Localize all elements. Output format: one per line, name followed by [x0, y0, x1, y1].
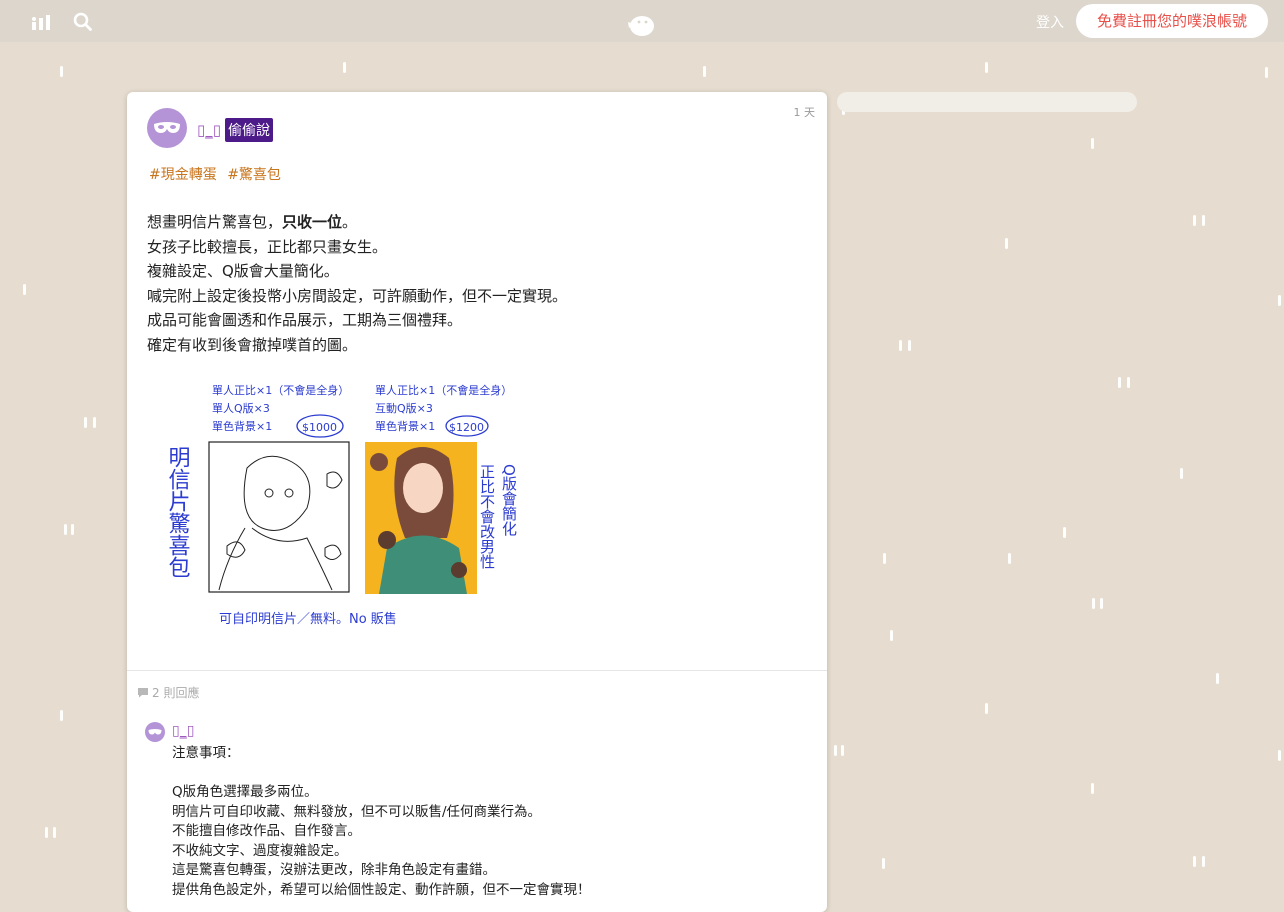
post-image[interactable]: 單人正比×1（不會是全身） 單人Q版×3 單色背景×1 單人正比×1（不會是全身…	[157, 378, 537, 638]
content-line: 女孩子比較擅長，正比都只畫女生。	[147, 237, 388, 256]
image-price-left: $1000	[302, 421, 337, 434]
reply-line: Q版角色選擇最多兩位。	[172, 784, 318, 800]
post-header: ▯_▯ 偷偷說	[197, 118, 274, 142]
content-line: 確定有收到後會撤掉噗首的圖。	[147, 335, 358, 354]
comment-icon	[138, 688, 148, 698]
image-caption-left-1: 單人正比×1（不會是全身）	[212, 383, 349, 397]
tag-link[interactable]: #驚喜包	[227, 167, 281, 183]
reply-avatar[interactable]	[145, 722, 165, 742]
image-vertical-right-1: 正比不會改男性	[478, 464, 496, 569]
image-caption-right-3: 單色背景×1	[375, 419, 435, 433]
reply-line: 提供角色設定外，希望可以給個性設定、動作許願，但不一定會實現！	[172, 881, 591, 898]
image-caption-right-2: 互動Q版×3	[375, 401, 433, 415]
post-card: 1 天 ▯_▯ 偷偷說 #現金轉蛋 #驚喜包 想畫明信片驚喜包，只收一位。 女孩…	[127, 92, 827, 912]
image-caption-left-3: 單色背景×1	[212, 419, 272, 433]
login-link[interactable]: 登入	[1036, 12, 1064, 32]
reply-line: 明信片可自印收藏、無料發放，但不可以販售/任何商業行為。	[172, 803, 542, 820]
plurk-logo[interactable]	[626, 12, 656, 42]
reply-line: 不收純文字、過度複雜設定。	[172, 842, 348, 859]
image-caption-right-1: 單人正比×1（不會是全身）	[375, 383, 512, 397]
tag-list: #現金轉蛋 #驚喜包	[149, 164, 287, 184]
image-vertical-right-2: Q版會簡化	[500, 464, 518, 536]
tag-link[interactable]: #現金轉蛋	[149, 167, 217, 183]
responses-count[interactable]: 2 則回應	[137, 684, 199, 701]
content-line: 喊完附上設定後投幣小房間設定，可許願動作，但不一定實現。	[147, 286, 568, 305]
content-line: 想畫明信片驚喜包，只收一位。	[147, 213, 358, 231]
username[interactable]: ▯_▯	[197, 121, 221, 139]
content-line: 複雜設定、Q版會大量簡化。	[147, 262, 339, 281]
reply-line: 這是驚喜包轉蛋，沒辦法更改，除非角色設定有畫錯。	[172, 862, 496, 878]
responses-count-label: 2 則回應	[152, 686, 200, 700]
image-caption-left-2: 單人Q版×3	[212, 401, 270, 415]
content-line: 成品可能會圖透和作品展示，工期為三個禮拜。	[147, 311, 463, 330]
reply-line: 不能擅自修改作品、自作發言。	[172, 823, 361, 839]
post-time[interactable]: 1 天	[794, 104, 816, 120]
chart-icon[interactable]	[31, 13, 51, 34]
divider	[127, 670, 827, 671]
mask-icon	[148, 729, 162, 735]
reply-line	[172, 764, 792, 784]
avatar[interactable]	[147, 108, 187, 148]
top-bar: 登入 免費註冊您的噗浪帳號	[0, 0, 1284, 42]
sidebar-placeholder	[837, 92, 1137, 112]
mask-icon	[154, 122, 180, 133]
image-vertical-left: 明信片驚喜包	[165, 446, 191, 578]
reply-line: 注意事項：	[172, 745, 240, 761]
search-icon[interactable]	[73, 12, 92, 35]
reply-content: 注意事項： Q版角色選擇最多兩位。 明信片可自印收藏、無料發放，但不可以販售/任…	[172, 744, 792, 900]
reply-username[interactable]: ▯_▯	[172, 723, 194, 739]
register-button[interactable]: 免費註冊您的噗浪帳號	[1076, 4, 1268, 38]
post-content: 想畫明信片驚喜包，只收一位。 女孩子比較擅長，正比都只畫女生。 複雜設定、Q版會…	[147, 210, 807, 358]
image-price-right: $1200	[449, 421, 484, 434]
qualifier-badge: 偷偷說	[225, 118, 274, 142]
image-bottom-caption: 可自印明信片／無料。No 販售	[219, 611, 397, 627]
